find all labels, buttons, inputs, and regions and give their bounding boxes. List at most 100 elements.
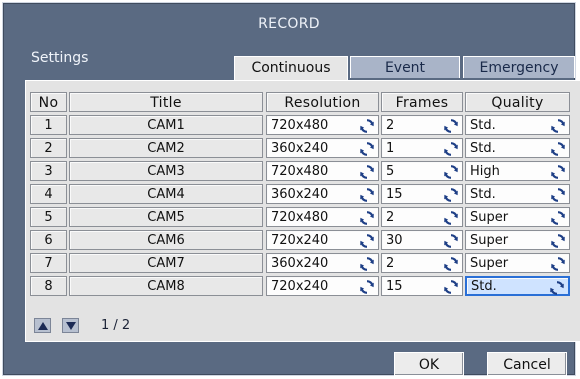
rotate-arrows-icon[interactable]: [443, 256, 459, 272]
rotate-arrows-icon[interactable]: [443, 279, 459, 295]
cell-frames-value: 15: [386, 279, 403, 294]
cell-resolution[interactable]: 720x480: [266, 115, 379, 135]
settings-label: Settings: [31, 50, 89, 66]
rotate-arrows-icon[interactable]: [359, 141, 375, 157]
header-title: Title: [69, 92, 263, 112]
cell-title-value: CAM7: [147, 256, 185, 271]
cell-resolution[interactable]: 720x240: [266, 230, 379, 250]
cell-resolution-value: 720x240: [271, 279, 329, 294]
cell-frames[interactable]: 1: [381, 138, 463, 158]
cell-quality[interactable]: Super: [465, 207, 570, 227]
rotate-arrows-icon[interactable]: [550, 118, 566, 134]
cell-title: CAM4: [69, 184, 263, 204]
cell-quality-value: Super: [470, 233, 509, 248]
rotate-arrows-icon[interactable]: [359, 279, 375, 295]
cell-quality[interactable]: High: [465, 161, 570, 181]
cell-title-value: CAM4: [147, 187, 185, 202]
cell-no-value: 4: [44, 187, 53, 202]
cancel-button[interactable]: Cancel: [487, 352, 567, 376]
cell-title-value: CAM6: [147, 233, 185, 248]
record-dialog: RECORD Settings Continuous Event Emergen…: [2, 2, 580, 376]
cell-no: 3: [30, 161, 67, 181]
cell-no-value: 1: [44, 118, 53, 133]
cell-resolution-value: 720x240: [271, 233, 329, 248]
cell-resolution[interactable]: 720x480: [266, 207, 379, 227]
rotate-arrows-icon[interactable]: [443, 118, 459, 134]
tab-event[interactable]: Event: [350, 56, 460, 78]
cell-frames-value: 1: [386, 141, 395, 156]
rotate-arrows-icon[interactable]: [550, 233, 566, 249]
cell-title: CAM3: [69, 161, 263, 181]
cell-resolution-value: 360x240: [271, 256, 329, 271]
page-down-button[interactable]: [62, 318, 79, 333]
cell-resolution[interactable]: 720x480: [266, 161, 379, 181]
cell-title-value: CAM8: [147, 279, 185, 294]
cell-resolution-value: 720x480: [271, 164, 329, 179]
cell-frames[interactable]: 2: [381, 253, 463, 273]
cell-resolution[interactable]: 360x240: [266, 184, 379, 204]
cell-no: 6: [30, 230, 67, 250]
cell-title: CAM8: [69, 276, 263, 296]
rotate-arrows-icon[interactable]: [359, 164, 375, 180]
rotate-arrows-icon[interactable]: [550, 164, 566, 180]
rotate-arrows-icon[interactable]: [359, 118, 375, 134]
cell-quality[interactable]: Super: [465, 253, 570, 273]
cell-quality[interactable]: Std.: [465, 115, 570, 135]
cell-title-value: CAM5: [147, 210, 185, 225]
cell-resolution-value: 720x480: [271, 210, 329, 225]
header-quality: Quality: [465, 92, 570, 112]
cell-no-value: 6: [44, 233, 53, 248]
rotate-arrows-icon[interactable]: [443, 187, 459, 203]
rotate-arrows-icon[interactable]: [443, 164, 459, 180]
cell-quality-value: Super: [470, 256, 509, 271]
rotate-arrows-icon[interactable]: [359, 187, 375, 203]
rotate-arrows-icon[interactable]: [359, 233, 375, 249]
cell-frames[interactable]: 30: [381, 230, 463, 250]
cell-title: CAM5: [69, 207, 263, 227]
triangle-up-icon: [38, 322, 48, 330]
cell-quality[interactable]: Super: [465, 230, 570, 250]
cell-quality-value: Std.: [470, 141, 496, 156]
cell-resolution-value: 360x240: [271, 141, 329, 156]
cell-no: 8: [30, 276, 67, 296]
cell-quality-value: Std.: [470, 118, 496, 133]
rotate-arrows-icon[interactable]: [550, 141, 566, 157]
rotate-arrows-icon[interactable]: [549, 280, 565, 296]
record-settings-table: No Title Resolution Frames Quality 1 CAM1…: [25, 80, 580, 342]
rotate-arrows-icon[interactable]: [443, 210, 459, 226]
cell-title: CAM1: [69, 115, 263, 135]
cell-frames[interactable]: 15: [381, 276, 463, 296]
cell-resolution[interactable]: 360x240: [266, 138, 379, 158]
rotate-arrows-icon[interactable]: [443, 233, 459, 249]
cell-frames[interactable]: 2: [381, 115, 463, 135]
cell-resolution[interactable]: 360x240: [266, 253, 379, 273]
page-up-button[interactable]: [34, 318, 51, 333]
cell-frames[interactable]: 5: [381, 161, 463, 181]
cell-title: CAM7: [69, 253, 263, 273]
rotate-arrows-icon[interactable]: [550, 187, 566, 203]
cell-frames-value: 30: [386, 233, 403, 248]
ok-button[interactable]: OK: [394, 352, 464, 376]
cell-title: CAM6: [69, 230, 263, 250]
page-indicator: 1 / 2: [101, 318, 131, 333]
cell-frames-value: 5: [386, 164, 395, 179]
cell-frames[interactable]: 15: [381, 184, 463, 204]
cell-quality-value: Super: [470, 210, 509, 225]
cell-no-value: 5: [44, 210, 53, 225]
cell-frames[interactable]: 2: [381, 207, 463, 227]
rotate-arrows-icon[interactable]: [359, 210, 375, 226]
cell-no: 1: [30, 115, 67, 135]
rotate-arrows-icon[interactable]: [443, 141, 459, 157]
cell-quality[interactable]: Std.: [465, 276, 570, 296]
cell-quality[interactable]: Std.: [465, 184, 570, 204]
cell-no: 4: [30, 184, 67, 204]
tab-continuous[interactable]: Continuous: [234, 56, 348, 80]
cell-quality[interactable]: Std.: [465, 138, 570, 158]
cell-resolution-value: 360x240: [271, 187, 329, 202]
rotate-arrows-icon[interactable]: [359, 256, 375, 272]
tab-emergency[interactable]: Emergency: [463, 56, 575, 78]
cell-no: 5: [30, 207, 67, 227]
cell-resolution[interactable]: 720x240: [266, 276, 379, 296]
rotate-arrows-icon[interactable]: [550, 256, 566, 272]
rotate-arrows-icon[interactable]: [550, 210, 566, 226]
